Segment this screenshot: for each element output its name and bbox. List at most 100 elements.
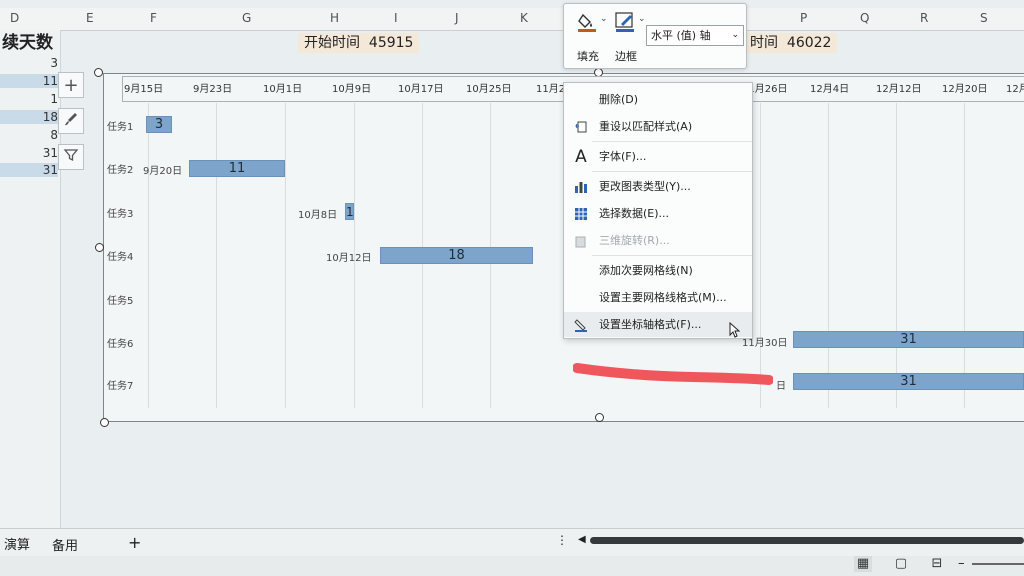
menu-separator <box>592 141 752 142</box>
menu-item-font[interactable]: A 字体(F)... <box>564 144 752 169</box>
duration-cell[interactable]: 1 <box>0 92 58 106</box>
duration-cell[interactable]: 3 <box>0 56 58 70</box>
menu-item-add-minor-gridlines[interactable]: 添加次要网格线(N) <box>564 258 752 283</box>
select-data-icon <box>573 206 589 222</box>
zoom-out-icon[interactable]: – <box>958 556 965 571</box>
sheet-tab-calc[interactable]: 演算 <box>4 534 30 553</box>
menu-item-label: 选择数据(E)... <box>599 207 670 220</box>
gridline <box>828 103 829 408</box>
menu-item-label: 删除(D) <box>599 93 639 106</box>
menu-item-format-major-gridlines[interactable]: 设置主要网格线格式(M)... <box>564 285 752 310</box>
chart-styles-button[interactable] <box>58 108 84 134</box>
task-label: 任务2 <box>107 165 134 176</box>
column-header-d[interactable]: D <box>10 11 19 25</box>
menu-item-select-data[interactable]: 选择数据(E)... <box>564 201 752 226</box>
reset-style-icon <box>573 119 589 135</box>
column-header-q[interactable]: Q <box>860 11 869 25</box>
chart-type-icon <box>573 179 589 195</box>
brush-icon <box>63 111 79 132</box>
axis-tick-label: 12月 <box>1006 84 1024 95</box>
menu-separator <box>592 171 752 172</box>
duration-cell[interactable]: 31 <box>0 146 58 160</box>
menu-item-label: 字体(F)... <box>599 150 647 163</box>
column-header-h[interactable]: H <box>330 11 339 25</box>
gridline <box>285 103 286 408</box>
task-bar[interactable]: 18 <box>380 247 533 264</box>
axis-tick-label: 10月25日 <box>466 84 512 95</box>
column-header-s[interactable]: S <box>980 11 988 25</box>
page-layout-icon[interactable]: ▢ <box>892 556 910 572</box>
gridline <box>896 103 897 408</box>
task-bar[interactable]: 3 <box>146 116 172 133</box>
gridline <box>148 103 149 408</box>
menu-separator <box>592 255 752 256</box>
chart-filters-button[interactable] <box>58 144 84 170</box>
axis-tick-label: 12月4日 <box>810 84 850 95</box>
task-label: 任务1 <box>107 122 134 133</box>
menu-item-format-axis[interactable]: 设置坐标轴格式(F)... <box>564 312 752 337</box>
chart-element-select-value: 水平 (值) 轴 <box>651 29 711 42</box>
red-scribble-mark <box>573 363 773 385</box>
horizontal-scrollbar[interactable] <box>590 537 1024 544</box>
menu-item-label: 添加次要网格线(N) <box>599 264 693 277</box>
resize-handle[interactable] <box>94 68 103 77</box>
add-sheet-button[interactable]: + <box>128 533 141 552</box>
end-time-value: 46022 <box>786 35 832 51</box>
column-header-j[interactable]: J <box>455 11 459 25</box>
axis-tick-label: 9月23日 <box>193 84 233 95</box>
task-label: 任务3 <box>107 209 134 220</box>
task-bar[interactable]: 31 <box>793 331 1024 348</box>
duration-cell[interactable]: 11 <box>0 74 58 88</box>
resize-handle[interactable] <box>595 413 604 422</box>
menu-item-3d-rotation: 三维旋转(R)... <box>564 228 752 253</box>
resize-handle[interactable] <box>95 243 104 252</box>
sheet-tab-backup[interactable]: 备用 <box>52 535 78 554</box>
more-options-icon[interactable]: ⋮ <box>556 533 568 547</box>
task-bar[interactable]: 31 <box>793 373 1024 390</box>
menu-item-label: 设置主要网格线格式(M)... <box>599 291 727 304</box>
menu-item-label: 设置坐标轴格式(F)... <box>599 318 702 331</box>
menu-item-change-chart-type[interactable]: 更改图表类型(Y)... <box>564 174 752 199</box>
task-start-date: 10月12日 <box>326 253 372 264</box>
axis-tick-label: 10月1日 <box>263 84 303 95</box>
duration-header-cell[interactable]: 续天数 <box>0 30 60 56</box>
axis-tick-label: 12月12日 <box>876 84 922 95</box>
task-label: 任务6 <box>107 339 134 350</box>
menu-item-delete[interactable]: 删除(D) <box>564 87 752 112</box>
font-icon: A <box>575 146 587 167</box>
chart-elements-button[interactable]: + <box>58 72 84 98</box>
column-header-k[interactable]: K <box>520 11 528 25</box>
duration-cell[interactable]: 18 <box>0 110 58 124</box>
gridline <box>216 103 217 408</box>
end-time-cell[interactable]: 时间 46022 <box>744 33 838 53</box>
fill-label: 填充 <box>577 50 599 63</box>
page-break-icon[interactable]: ⊟ <box>928 556 946 572</box>
task-bar[interactable]: 1 <box>345 203 354 220</box>
mouse-cursor-icon <box>729 322 741 338</box>
column-header-i[interactable]: I <box>394 11 398 25</box>
resize-handle[interactable] <box>100 418 109 427</box>
start-time-cell[interactable]: 开始时间 45915 <box>298 33 420 53</box>
axis-tick-label: 9月15日 <box>124 84 164 95</box>
column-header-f[interactable]: F <box>150 11 157 25</box>
zoom-slider[interactable] <box>972 563 1024 565</box>
end-time-label: 时间 <box>750 35 778 51</box>
normal-view-icon[interactable]: ▦ <box>854 556 872 572</box>
menu-item-reset-style[interactable]: 重设以匹配样式(A) <box>564 114 752 139</box>
axis-tick-label: 12月20日 <box>942 84 988 95</box>
paint-bucket-icon <box>577 12 599 32</box>
column-header-p[interactable]: P <box>800 11 807 25</box>
duration-cell[interactable]: 31 <box>0 163 58 177</box>
chevron-down-icon[interactable]: ⌄ <box>600 14 608 24</box>
column-header-e[interactable]: E <box>86 11 94 25</box>
column-header-r[interactable]: R <box>920 11 928 25</box>
chevron-down-icon[interactable]: ⌄ <box>638 14 646 24</box>
scroll-left-icon[interactable]: ◀ <box>578 534 586 545</box>
axis-tick-label: 10月17日 <box>398 84 444 95</box>
menu-item-label: 三维旋转(R)... <box>599 234 670 247</box>
column-header-g[interactable]: G <box>242 11 251 25</box>
chart-element-select[interactable]: 水平 (值) 轴 ⌄ <box>646 25 744 46</box>
task-label: 任务5 <box>107 296 134 307</box>
task-bar[interactable]: 11 <box>189 160 285 177</box>
duration-cell[interactable]: 8 <box>0 128 58 142</box>
